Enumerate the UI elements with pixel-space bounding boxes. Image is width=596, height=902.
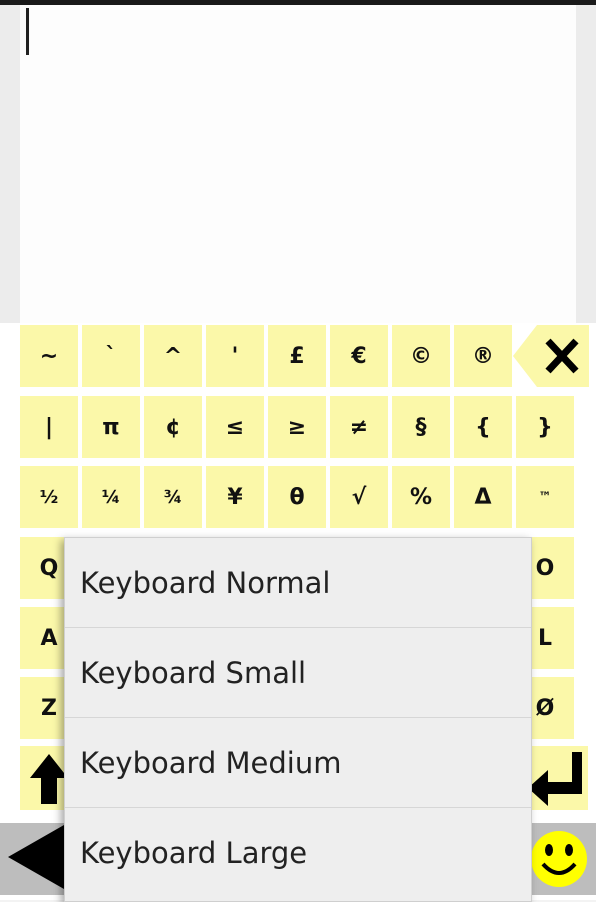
key-left-brace[interactable]: { (454, 396, 512, 458)
key-quarter[interactable]: ¼ (82, 466, 140, 528)
key-copyright[interactable]: © (392, 325, 450, 387)
key-registered[interactable]: ® (454, 325, 512, 387)
menu-item-keyboard-medium[interactable]: Keyboard Medium (65, 718, 531, 808)
key-pipe[interactable]: | (20, 396, 78, 458)
keyboard-size-menu: Keyboard Normal Keyboard Small Keyboard … (64, 537, 532, 902)
text-cursor (26, 8, 29, 55)
key-theta[interactable]: θ (268, 466, 326, 528)
key-tilde[interactable]: ~ (20, 325, 78, 387)
back-triangle-icon (8, 825, 64, 889)
text-editor[interactable] (20, 5, 576, 323)
key-pi[interactable]: π (82, 396, 140, 458)
delete-button[interactable] (513, 323, 589, 389)
key-yen[interactable]: ¥ (206, 466, 264, 528)
editor-margin-left (0, 5, 20, 323)
key-percent[interactable]: % (392, 466, 450, 528)
key-caret[interactable]: ^ (144, 325, 202, 387)
key-trademark[interactable]: ™ (516, 466, 574, 528)
key-not-equal[interactable]: ≠ (330, 396, 388, 458)
key-right-brace[interactable]: } (516, 396, 574, 458)
key-section[interactable]: § (392, 396, 450, 458)
key-euro[interactable]: € (330, 325, 388, 387)
editor-margin-right (576, 5, 596, 323)
key-cent[interactable]: ¢ (144, 396, 202, 458)
menu-item-keyboard-small[interactable]: Keyboard Small (65, 628, 531, 718)
back-button[interactable] (6, 823, 66, 891)
menu-item-keyboard-normal[interactable]: Keyboard Normal (65, 538, 531, 628)
key-less-equal[interactable]: ≤ (206, 396, 264, 458)
smiley-icon (531, 831, 587, 887)
backspace-x-icon (513, 325, 589, 387)
key-apostrophe[interactable]: ' (206, 325, 264, 387)
key-delta[interactable]: Δ (454, 466, 512, 528)
key-pound[interactable]: £ (268, 325, 326, 387)
key-backtick[interactable]: ` (82, 325, 140, 387)
key-greater-equal[interactable]: ≥ (268, 396, 326, 458)
key-three-quarters[interactable]: ¾ (144, 466, 202, 528)
key-sqrt[interactable]: √ (330, 466, 388, 528)
menu-item-keyboard-large[interactable]: Keyboard Large (65, 808, 531, 898)
emoji-button[interactable] (529, 828, 589, 890)
key-half[interactable]: ½ (20, 466, 78, 528)
